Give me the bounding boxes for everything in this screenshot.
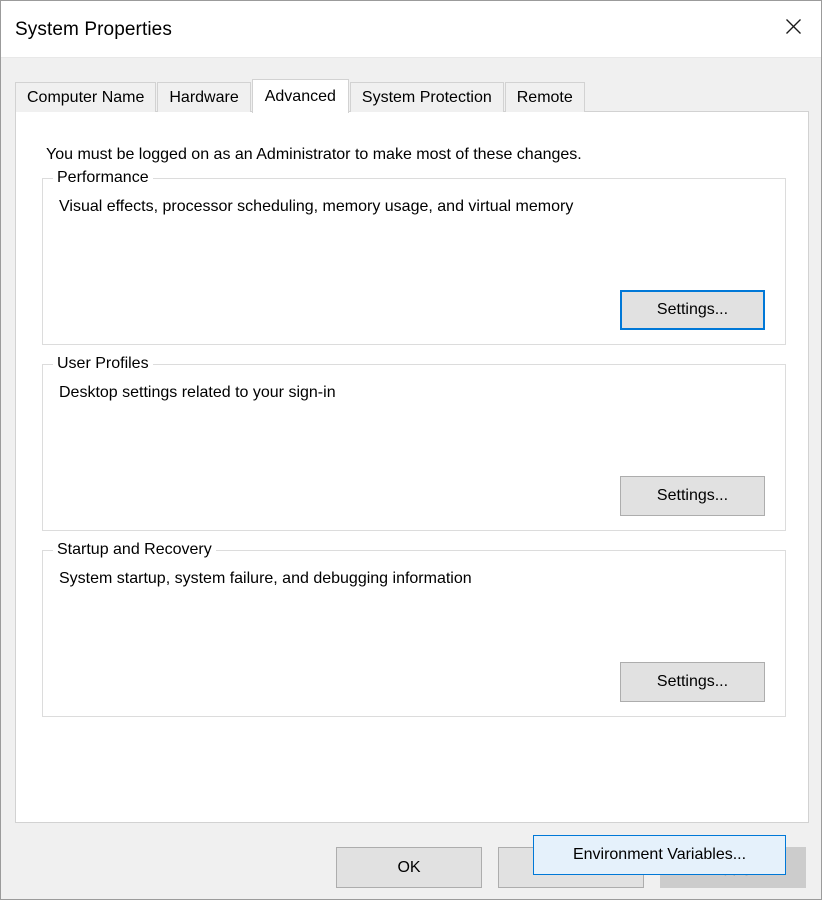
admin-notice-text: You must be logged on as an Administrato… [46,146,582,163]
startup-recovery-settings-button[interactable]: Settings... [620,662,765,702]
performance-settings-button[interactable]: Settings... [620,290,765,330]
tab-system-protection[interactable]: System Protection [349,82,504,112]
tab-panel-advanced: You must be logged on as an Administrato… [15,111,809,875]
tab-label: Remote [516,88,573,106]
group-user-profiles: User Profiles Desktop settings related t… [42,355,786,531]
tab-computer-name[interactable]: Computer Name [15,82,157,112]
tab-label: Hardware [169,88,239,106]
close-button[interactable] [765,1,821,57]
title-bar: System Properties [1,1,821,58]
group-performance: Performance Visual effects, processor sc… [42,169,786,345]
ok-button[interactable]: OK [336,847,482,888]
tab-label: System Protection [361,88,492,106]
tab-strip: Computer Name Hardware Advanced System P… [15,79,586,113]
tab-label: Advanced [264,87,336,105]
group-user-profiles-description: Desktop settings related to your sign-in [59,384,336,401]
group-startup-and-recovery-legend: Startup and Recovery [53,541,216,559]
tab-remote[interactable]: Remote [504,82,585,112]
user-profiles-settings-button[interactable]: Settings... [620,476,765,516]
window-title: System Properties [15,19,172,40]
tab-advanced[interactable]: Advanced [251,79,349,113]
group-startup-and-recovery-description: System startup, system failure, and debu… [59,570,472,587]
group-performance-description: Visual effects, processor scheduling, me… [59,198,574,215]
group-startup-and-recovery: Startup and Recovery System startup, sys… [42,541,786,717]
close-icon [785,18,802,40]
environment-variables-button[interactable]: Environment Variables... [533,835,786,875]
system-properties-window: System Properties Computer Name Hardware… [0,0,822,900]
group-performance-legend: Performance [53,169,153,187]
group-user-profiles-legend: User Profiles [53,355,153,373]
tab-hardware[interactable]: Hardware [157,82,251,112]
tab-label: Computer Name [27,88,145,106]
